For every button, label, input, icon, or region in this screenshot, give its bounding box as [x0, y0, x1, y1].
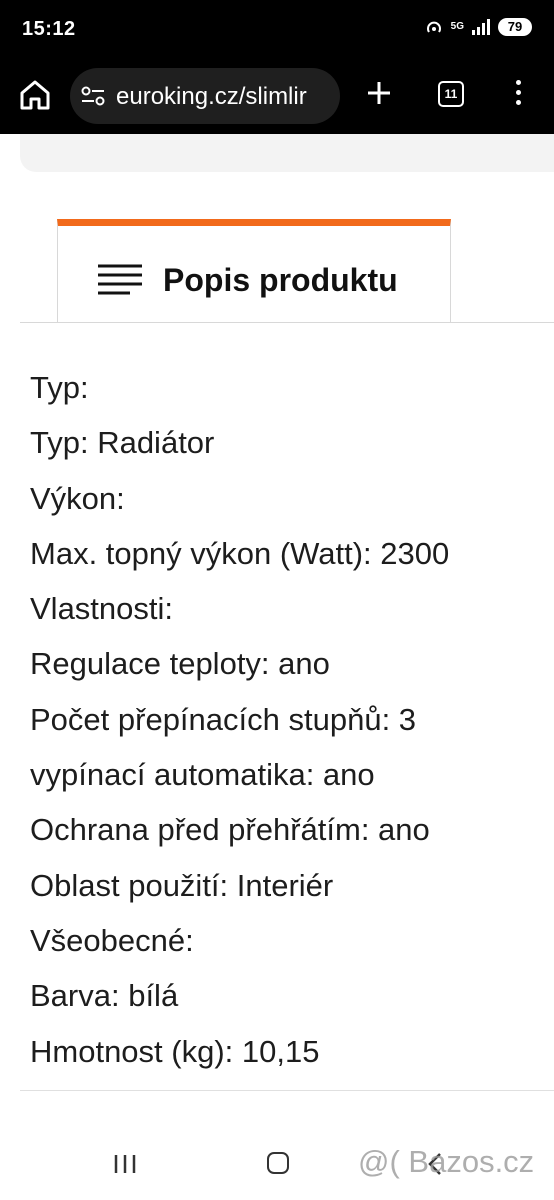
spec-line: Max. topný výkon (Watt): 2300 — [30, 535, 450, 571]
tab-divider — [20, 322, 554, 323]
browser-toolbar: euroking.cz/slimlir 11 — [0, 60, 554, 134]
system-nav-bar: @( Bazos.cz — [0, 1128, 554, 1200]
address-bar[interactable]: euroking.cz/slimlir — [70, 68, 340, 124]
spec-line: Barva: bílá — [30, 978, 179, 1014]
status-bar: 15:12 5G 79 — [0, 0, 554, 60]
menu-icon[interactable] — [510, 80, 526, 110]
previous-section-box — [20, 134, 554, 172]
spec-line: Ochrana před přehřátím: ano — [30, 812, 430, 848]
signal-icon — [472, 19, 490, 35]
content-divider — [20, 1090, 554, 1091]
tab-title[interactable]: Popis produktu — [163, 262, 398, 299]
home-button-icon[interactable] — [267, 1152, 289, 1174]
spec-line: Hmotnost (kg): 10,15 — [30, 1033, 320, 1069]
description-icon — [98, 264, 142, 295]
status-icons: 5G 79 — [425, 18, 532, 36]
battery-indicator: 79 — [498, 18, 532, 36]
spec-line: vypínací automatika: ano — [30, 757, 375, 793]
hotspot-icon — [426, 21, 441, 33]
network-type: 5G — [450, 21, 464, 32]
new-tab-icon[interactable] — [364, 78, 394, 108]
site-settings-icon[interactable] — [80, 84, 106, 108]
spec-line: Typ: — [30, 370, 89, 405]
home-icon[interactable] — [18, 78, 52, 112]
status-time: 15:12 — [22, 18, 76, 40]
spec-line: Počet přepínacích stupňů: 3 — [30, 701, 417, 737]
spec-line: Regulace teploty: ano — [30, 646, 330, 682]
spec-line: Vlastnosti: — [30, 591, 174, 627]
tab-popis-produktu[interactable]: Popis produktu — [57, 219, 451, 323]
product-specs: Typ: Typ: Radiátor Výkon: Max. topný výk… — [30, 360, 550, 1079]
spec-line: Výkon: — [30, 480, 125, 516]
url-text[interactable]: euroking.cz/slimlir — [116, 83, 307, 111]
spec-line: Oblast použití: Interiér — [30, 867, 334, 903]
recent-apps-icon[interactable] — [113, 1154, 137, 1174]
spec-line: Typ: Radiátor — [30, 425, 215, 461]
tab-switcher-icon[interactable]: 11 — [438, 81, 464, 107]
spec-line: Všeobecné: — [30, 922, 194, 958]
watermark: @( Bazos.cz — [358, 1144, 535, 1179]
